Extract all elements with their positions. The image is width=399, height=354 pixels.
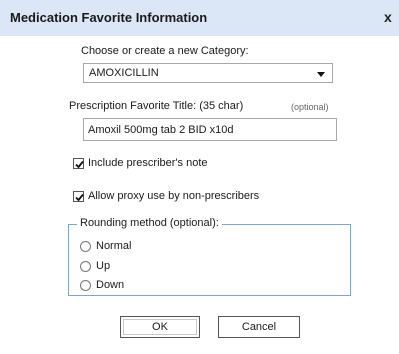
dialog-title: Medication Favorite Information	[10, 10, 208, 25]
favorite-title-input[interactable]	[83, 118, 337, 141]
favorite-title-label: Prescription Favorite Title: (35 char)	[69, 100, 244, 112]
cancel-button-label: Cancel	[241, 321, 277, 333]
include-note-checkbox[interactable]	[73, 158, 84, 169]
optional-hint: (optional)	[291, 102, 329, 112]
category-selected-value: AMOXICILLIN	[89, 67, 159, 79]
allow-proxy-checkbox[interactable]	[73, 191, 84, 202]
checkmark-icon	[75, 193, 84, 202]
radio-up[interactable]	[80, 261, 91, 272]
rounding-legend: Rounding method (optional):	[77, 217, 222, 229]
chevron-down-icon[interactable]	[317, 72, 325, 77]
checkmark-icon	[75, 160, 84, 169]
allow-proxy-label: Allow proxy use by non-prescribers	[88, 190, 260, 202]
ok-button[interactable]: OK	[120, 316, 200, 338]
radio-down-label: Down	[96, 279, 125, 291]
dialog-titlebar: Medication Favorite Information x	[0, 0, 399, 36]
radio-down[interactable]	[80, 280, 91, 291]
category-label: Choose or create a new Category:	[81, 45, 249, 57]
include-note-label: Include prescriber's note	[88, 157, 208, 169]
close-icon[interactable]: x	[384, 9, 399, 25]
radio-up-label: Up	[96, 260, 111, 272]
cancel-button[interactable]: Cancel	[218, 316, 300, 338]
category-select[interactable]: AMOXICILLIN	[83, 63, 333, 83]
radio-normal[interactable]	[80, 241, 91, 252]
radio-normal-label: Normal	[96, 240, 132, 252]
ok-button-focus-ring	[123, 319, 197, 335]
